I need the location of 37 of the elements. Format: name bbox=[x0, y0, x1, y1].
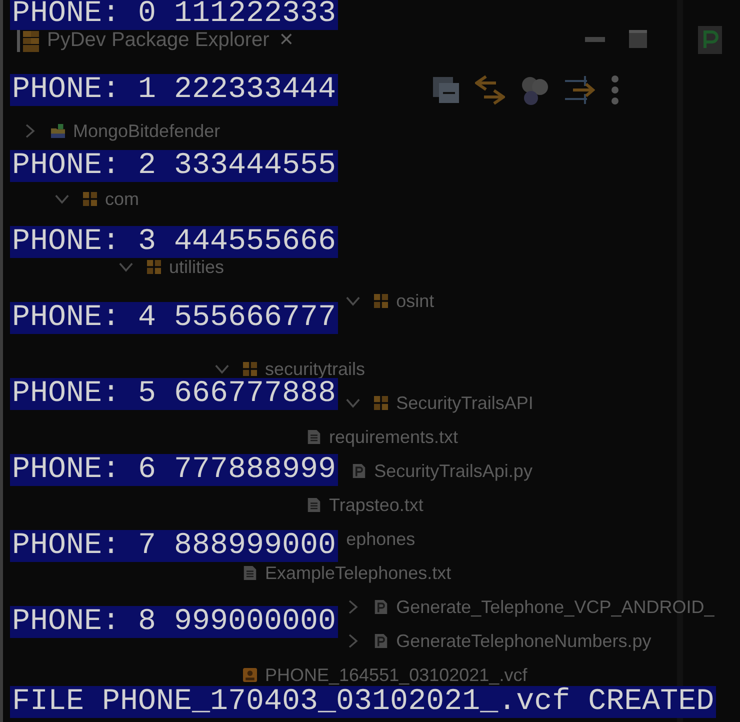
filter-icon[interactable] bbox=[521, 76, 549, 104]
project-folder-icon bbox=[51, 124, 65, 138]
pydev-icon[interactable] bbox=[698, 26, 722, 54]
chevron-down-icon[interactable] bbox=[119, 260, 133, 274]
minimize-icon[interactable] bbox=[585, 36, 605, 42]
python-file-icon bbox=[374, 634, 388, 648]
contact-card-icon bbox=[243, 668, 257, 682]
close-button[interactable]: × bbox=[277, 30, 296, 50]
chevron-down-icon[interactable] bbox=[215, 362, 229, 376]
package-explorer-icon bbox=[17, 30, 39, 52]
chevron-down-icon[interactable] bbox=[346, 396, 360, 410]
package-icon bbox=[147, 260, 161, 274]
document-icon bbox=[307, 498, 321, 512]
chevron-down-icon[interactable] bbox=[346, 294, 360, 308]
chevron-down-icon[interactable] bbox=[55, 192, 69, 206]
chevron-right-icon[interactable] bbox=[346, 634, 360, 648]
maximize-icon[interactable] bbox=[629, 30, 647, 48]
package-icon bbox=[374, 294, 388, 308]
chevron-right-icon[interactable] bbox=[23, 124, 37, 138]
tree-item[interactable]: utilities bbox=[169, 260, 224, 274]
document-icon bbox=[243, 566, 257, 580]
tree-item[interactable]: com bbox=[105, 192, 140, 206]
tree-item[interactable]: osint bbox=[396, 294, 434, 308]
package-icon bbox=[243, 362, 257, 376]
sync-arrow-icon[interactable] bbox=[565, 75, 595, 105]
collapse-all-icon[interactable] bbox=[433, 77, 459, 103]
package-icon bbox=[374, 396, 388, 410]
tree-item[interactable]: securitytrails bbox=[265, 362, 366, 376]
python-file-icon bbox=[374, 600, 388, 614]
document-icon bbox=[307, 430, 321, 444]
panel-title: PyDev Package Explorer bbox=[47, 30, 270, 50]
more-icon[interactable] bbox=[611, 75, 619, 105]
tree-item[interactable]: PHONE_164551_03102021_.vcf bbox=[265, 668, 528, 682]
package-icon bbox=[83, 192, 97, 206]
chevron-right-icon[interactable] bbox=[346, 600, 360, 614]
python-file-icon bbox=[352, 464, 366, 478]
link-arrows-icon[interactable] bbox=[475, 75, 505, 105]
